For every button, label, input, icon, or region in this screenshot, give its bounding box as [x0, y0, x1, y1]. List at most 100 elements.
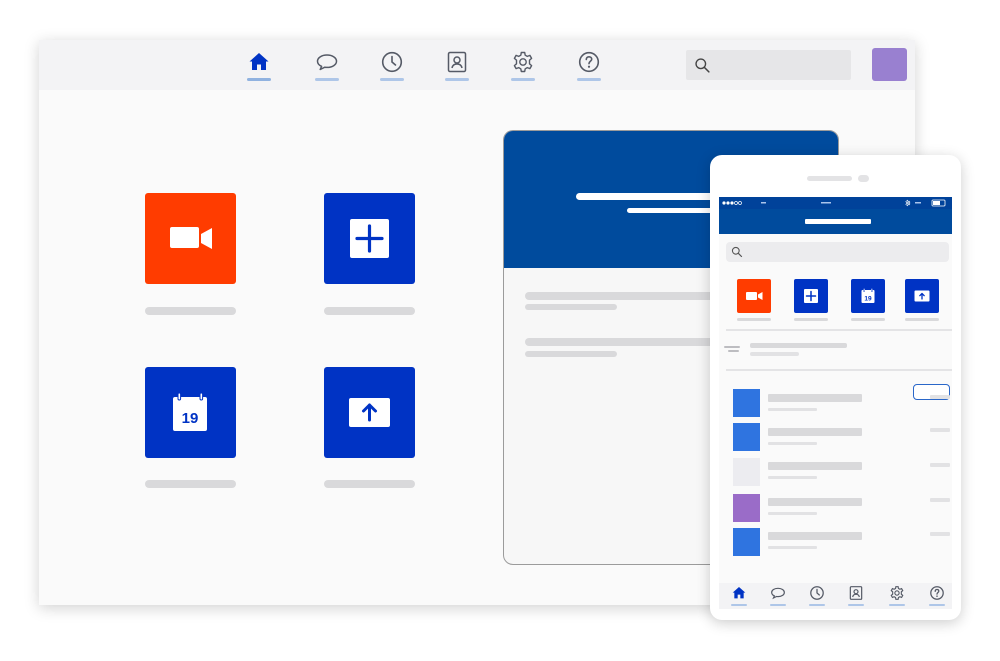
clock-icon [810, 586, 824, 600]
calendar-icon: 19 [173, 392, 207, 431]
nav-history-indicator [380, 78, 404, 81]
phone-speaker [807, 176, 852, 181]
text-line-placeholder [768, 476, 817, 479]
mobile-app-bar [719, 209, 952, 234]
mobile-nav-settings[interactable] [887, 585, 907, 607]
search-input[interactable] [686, 50, 851, 80]
mobile-nav-indicator [848, 604, 864, 606]
search-icon [731, 246, 743, 258]
status-indicators-icon [722, 199, 946, 207]
text-line-placeholder [768, 532, 862, 540]
search-icon [695, 58, 710, 73]
nav-contacts-indicator [445, 78, 469, 81]
list-item-icon [733, 423, 760, 451]
mobile-tile-label [851, 318, 885, 321]
text-line-placeholder [768, 498, 862, 506]
upload-icon [914, 290, 930, 302]
nav-chat[interactable] [312, 50, 342, 84]
home-icon [732, 587, 746, 599]
mobile-device: 19 [710, 155, 961, 620]
text-line-placeholder [525, 292, 725, 300]
video-camera-icon [170, 227, 212, 249]
mobile-share-screen-tile[interactable] [905, 279, 939, 313]
mobile-status-bar [719, 197, 952, 209]
text-line-placeholder [768, 462, 862, 470]
avatar[interactable] [872, 48, 907, 81]
chat-icon [771, 587, 785, 600]
nav-home-indicator [247, 78, 271, 81]
nav-chat-indicator [315, 78, 339, 81]
text-line-placeholder [768, 394, 862, 402]
mobile-bottom-nav [719, 583, 952, 609]
schedule-tile[interactable]: 19 [145, 367, 236, 458]
text-line-placeholder [930, 395, 950, 399]
text-line-placeholder [930, 532, 950, 536]
text-line-placeholder [750, 343, 847, 348]
mobile-nav-contacts[interactable] [846, 585, 866, 607]
row-marker [728, 350, 739, 352]
text-line-placeholder [768, 546, 817, 549]
mobile-nav-indicator [929, 604, 945, 606]
mobile-nav-indicator [770, 604, 786, 606]
section-divider [726, 329, 952, 331]
list-item-icon [733, 528, 760, 556]
clock-icon [381, 51, 403, 73]
list-item-icon [733, 458, 760, 486]
calendar-icon: 19 [861, 288, 875, 303]
list-item-icon [733, 494, 760, 522]
mobile-nav-chat[interactable] [768, 585, 788, 607]
nav-history[interactable] [377, 50, 407, 84]
gear-icon [890, 586, 904, 600]
nav-contacts[interactable] [442, 50, 472, 84]
share-screen-label [324, 480, 415, 488]
schedule-label [145, 480, 236, 488]
mobile-nav-home[interactable] [729, 585, 749, 607]
text-line-placeholder [768, 442, 817, 445]
mobile-video-meeting-tile[interactable] [737, 279, 771, 313]
top-navigation-bar [39, 40, 915, 90]
text-line-placeholder [768, 408, 817, 411]
mobile-tile-label [737, 318, 771, 321]
chat-icon [316, 54, 338, 71]
mobile-nav-indicator [809, 604, 825, 606]
text-line-placeholder [930, 498, 950, 502]
contacts-icon [849, 586, 863, 600]
plus-icon [350, 219, 389, 258]
contacts-icon [447, 51, 467, 73]
plus-icon [804, 289, 818, 303]
text-line-placeholder [930, 428, 950, 432]
mobile-tile-label [794, 318, 828, 321]
video-camera-icon [746, 292, 763, 300]
nav-help-indicator [577, 78, 601, 81]
new-meeting-tile[interactable] [324, 193, 415, 284]
mobile-nav-help[interactable] [927, 585, 947, 607]
text-line-placeholder [750, 352, 799, 356]
text-line-placeholder [525, 351, 617, 357]
mobile-new-meeting-tile[interactable] [794, 279, 828, 313]
text-line-placeholder [525, 304, 617, 310]
text-line-placeholder [525, 338, 725, 346]
mobile-schedule-tile[interactable]: 19 [851, 279, 885, 313]
row-marker [724, 346, 740, 348]
nav-settings-indicator [511, 78, 535, 81]
mobile-nav-indicator [731, 604, 747, 606]
nav-settings[interactable] [508, 50, 538, 84]
mobile-nav-history[interactable] [807, 585, 827, 607]
home-icon [249, 53, 269, 70]
help-icon [930, 586, 944, 600]
share-screen-tile[interactable] [324, 367, 415, 458]
nav-help[interactable] [574, 50, 604, 84]
text-line-placeholder [930, 463, 950, 467]
nav-home[interactable] [244, 50, 274, 84]
list-item-icon [733, 389, 760, 417]
mobile-calendar-day: 19 [864, 296, 872, 303]
video-meeting-tile[interactable] [145, 193, 236, 284]
mobile-search-input[interactable] [726, 242, 949, 262]
calendar-day: 19 [182, 410, 199, 427]
phone-camera [858, 175, 869, 182]
new-meeting-label [324, 307, 415, 315]
gear-icon [513, 51, 533, 73]
video-meeting-label [145, 307, 236, 315]
upload-icon [349, 398, 390, 427]
section-divider [726, 369, 952, 371]
